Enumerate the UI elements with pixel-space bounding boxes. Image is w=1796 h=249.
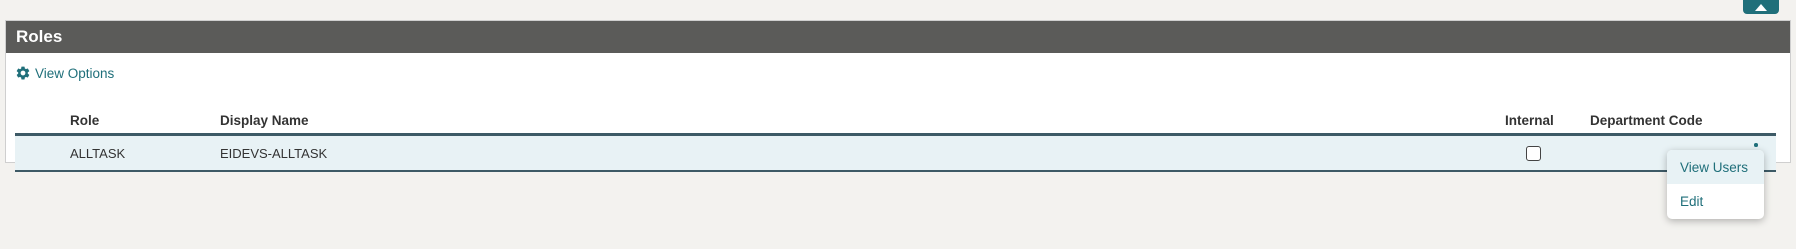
panel-title: Roles xyxy=(6,21,1790,53)
kebab-dot-icon xyxy=(1754,143,1758,147)
column-header-role[interactable]: Role xyxy=(70,113,99,128)
column-header-department-code[interactable]: Department Code xyxy=(1590,113,1703,128)
table-row[interactable]: ALLTASK EIDEVS-ALLTASK xyxy=(15,136,1776,172)
column-header-display-name[interactable]: Display Name xyxy=(220,113,309,128)
roles-panel: Roles View Options Role Display Name Int… xyxy=(5,20,1791,172)
scroll-to-top-button[interactable] xyxy=(1743,0,1779,14)
view-options-link[interactable]: View Options xyxy=(15,65,114,81)
caret-up-icon xyxy=(1755,4,1767,11)
internal-checkbox[interactable] xyxy=(1526,146,1541,161)
row-actions-dropdown: View Users Edit xyxy=(1667,150,1764,219)
menu-item-edit[interactable]: Edit xyxy=(1667,184,1764,218)
gear-icon xyxy=(16,66,30,80)
cell-role: ALLTASK xyxy=(70,146,126,161)
cell-display-name: EIDEVS-ALLTASK xyxy=(220,146,328,161)
menu-item-view-users[interactable]: View Users xyxy=(1667,150,1764,184)
view-options-label: View Options xyxy=(35,65,115,81)
column-header-internal[interactable]: Internal xyxy=(1505,113,1554,128)
table-header: Role Display Name Internal Department Co… xyxy=(15,89,1776,136)
roles-table: Role Display Name Internal Department Co… xyxy=(15,89,1776,172)
